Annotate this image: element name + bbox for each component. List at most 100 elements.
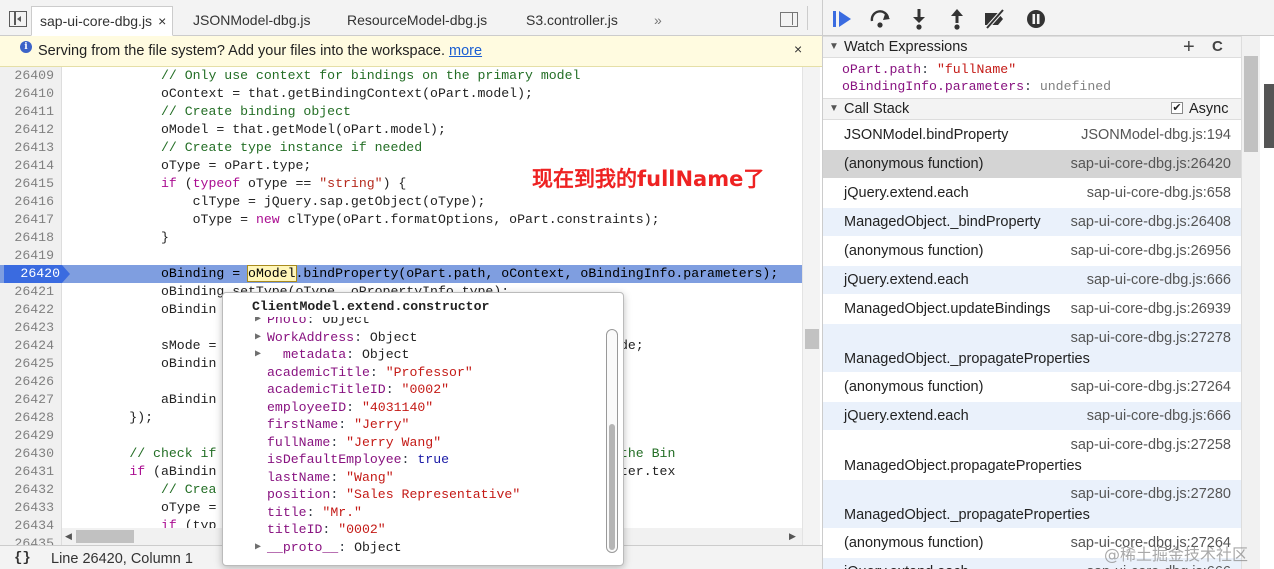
- watch-item[interactable]: oBindingInfo.parameters: undefined: [842, 79, 1111, 94]
- line-number[interactable]: 26412: [0, 121, 56, 139]
- line-number[interactable]: 26421: [0, 283, 56, 301]
- tab-sap-ui-core[interactable]: sap-ui-core-dbg.js ×: [31, 6, 174, 36]
- line-number[interactable]: 26414: [0, 157, 56, 175]
- call-frame[interactable]: ManagedObject._propagateProperties sap-ui…: [823, 480, 1241, 529]
- call-frame[interactable]: ManagedObject.propagateProperties sap-ui-…: [823, 431, 1241, 480]
- pause-on-exceptions-icon[interactable]: [1025, 8, 1047, 30]
- line-number[interactable]: 26427: [0, 391, 56, 409]
- call-frame[interactable]: jQuery.extend.each sap-ui-core-dbg.js:666: [823, 402, 1241, 431]
- frame-location[interactable]: sap-ui-core-dbg.js:666: [1087, 272, 1231, 288]
- code-line[interactable]: 26410 oContext = that.getBindingContext(…: [0, 85, 810, 103]
- resume-icon[interactable]: [831, 8, 853, 30]
- scroll-left-icon[interactable]: ◀: [65, 531, 72, 542]
- line-number[interactable]: 26428: [0, 409, 56, 427]
- line-number[interactable]: 26431: [0, 463, 56, 481]
- line-number[interactable]: 26410: [0, 85, 56, 103]
- expand-triangle-icon[interactable]: ▶: [255, 329, 261, 347]
- line-number[interactable]: 26422: [0, 301, 56, 319]
- close-icon[interactable]: ×: [794, 41, 802, 57]
- line-number[interactable]: 26413: [0, 139, 56, 157]
- code-line[interactable]: 26417 oType = new clType(oPart.formatOpt…: [0, 211, 810, 229]
- async-checkbox[interactable]: ✔: [1171, 102, 1183, 114]
- frame-location[interactable]: JSONModel-dbg.js:194: [1081, 127, 1231, 143]
- line-number[interactable]: 26434: [0, 517, 56, 535]
- scrollbar-thumb[interactable]: [1244, 56, 1258, 152]
- line-number[interactable]: 26418: [0, 229, 56, 247]
- line-number[interactable]: 26425: [0, 355, 56, 373]
- expand-triangle-icon[interactable]: ▶: [255, 539, 261, 557]
- hover-highlight[interactable]: oModel: [247, 265, 297, 282]
- step-over-icon[interactable]: [869, 8, 893, 30]
- deactivate-breakpoints-icon[interactable]: [983, 8, 1007, 30]
- line-number[interactable]: 26432: [0, 481, 56, 499]
- tab-overflow-icon[interactable]: »: [654, 6, 662, 34]
- tab-s3-controller[interactable]: S3.controller.js: [526, 6, 618, 36]
- step-into-icon[interactable]: [909, 8, 929, 30]
- line-number[interactable]: 26429: [0, 427, 56, 445]
- code-line[interactable]: 26418 }: [0, 229, 810, 247]
- expand-triangle-icon[interactable]: ▶: [255, 346, 261, 364]
- frame-location[interactable]: sap-ui-core-dbg.js:26420: [1071, 156, 1231, 172]
- frame-location[interactable]: sap-ui-core-dbg.js:26408: [1071, 214, 1231, 230]
- line-number[interactable]: 26417: [0, 211, 56, 229]
- chevron-down-icon[interactable]: ▼: [829, 41, 839, 52]
- frame-location[interactable]: sap-ui-core-dbg.js:27258: [1071, 437, 1231, 453]
- line-number[interactable]: 26415: [0, 175, 56, 193]
- call-frame[interactable]: (anonymous function) sap-ui-core-dbg.js:2…: [823, 373, 1241, 402]
- close-icon[interactable]: ×: [158, 13, 166, 29]
- scroll-right-icon[interactable]: ▶: [789, 531, 796, 542]
- tab-resourcemodel[interactable]: ResourceModel-dbg.js: [347, 6, 487, 36]
- step-out-icon[interactable]: [947, 8, 967, 30]
- call-frame[interactable]: (anonymous function) sap-ui-core-dbg.js:2…: [823, 150, 1241, 179]
- code-line[interactable]: 26411 // Create binding object: [0, 103, 810, 121]
- frame-location[interactable]: sap-ui-core-dbg.js:27280: [1071, 486, 1231, 502]
- frame-location[interactable]: sap-ui-core-dbg.js:666: [1087, 408, 1231, 424]
- call-frame[interactable]: jQuery.extend.each sap-ui-core-dbg.js:658: [823, 179, 1241, 208]
- more-link[interactable]: more: [449, 43, 482, 59]
- frame-location[interactable]: sap-ui-core-dbg.js:26956: [1071, 243, 1231, 259]
- watch-item[interactable]: oPart.path: "fullName": [842, 62, 1016, 77]
- line-number[interactable]: 26433: [0, 499, 56, 517]
- code-line[interactable]: 26409 // Only use context for bindings o…: [0, 67, 810, 85]
- popover-scrollbar[interactable]: [606, 329, 618, 553]
- line-number[interactable]: 26424: [0, 337, 56, 355]
- line-number[interactable]: 26416: [0, 193, 56, 211]
- code-line[interactable]: 26413 // Create type instance if needed: [0, 139, 810, 157]
- scrollbar-thumb[interactable]: [609, 424, 615, 550]
- call-frame[interactable]: (anonymous function) sap-ui-core-dbg.js:2…: [823, 237, 1241, 266]
- scrollbar-thumb[interactable]: [805, 329, 819, 349]
- watch-expressions-header[interactable]: ▼ Watch Expressions + C: [823, 36, 1241, 58]
- refresh-icon[interactable]: C: [1212, 38, 1223, 55]
- frame-location[interactable]: sap-ui-core-dbg.js:26939: [1071, 301, 1231, 317]
- code-line[interactable]: 26420 oBinding = oModel.bindProperty(oPa…: [0, 265, 810, 283]
- call-frame[interactable]: ManagedObject.updateBindings sap-ui-core-…: [823, 295, 1241, 324]
- call-frame[interactable]: ManagedObject._bindProperty sap-ui-core-d…: [823, 208, 1241, 237]
- chevron-down-icon[interactable]: ▼: [829, 103, 839, 114]
- frame-location[interactable]: sap-ui-core-dbg.js:27264: [1071, 379, 1231, 395]
- line-number[interactable]: 26423: [0, 319, 56, 337]
- object-inspector-popover[interactable]: ClientModel.extend.constructor ▶ Photo: O…: [222, 292, 624, 566]
- code-line[interactable]: 26412 oModel = that.getModel(oPart.model…: [0, 121, 810, 139]
- scrollbar-thumb[interactable]: [76, 530, 134, 543]
- call-frame[interactable]: JSONModel.bindProperty JSONModel-dbg.js:1…: [823, 121, 1241, 150]
- pretty-print-button[interactable]: {}: [14, 550, 31, 566]
- editor-vertical-scrollbar[interactable]: [802, 67, 820, 545]
- line-number[interactable]: 26409: [0, 67, 56, 85]
- tab-jsonmodel[interactable]: JSONModel-dbg.js: [193, 6, 311, 36]
- call-stack-header[interactable]: ▼ Call Stack ✔ Async: [823, 98, 1241, 120]
- line-number[interactable]: 26430: [0, 445, 56, 463]
- code-line[interactable]: 26416 clType = jQuery.sap.getObject(oTyp…: [0, 193, 810, 211]
- debugger-panel-toggle-icon[interactable]: [780, 12, 798, 27]
- frame-location[interactable]: sap-ui-core-dbg.js:27278: [1071, 330, 1231, 346]
- breakpoint-marker[interactable]: 26420: [4, 265, 70, 283]
- call-frame[interactable]: jQuery.extend.each sap-ui-core-dbg.js:666: [823, 266, 1241, 295]
- add-watch-button[interactable]: +: [1183, 36, 1195, 59]
- expand-triangle-icon[interactable]: ▶: [255, 317, 261, 329]
- line-number[interactable]: 26411: [0, 103, 56, 121]
- line-number[interactable]: 26419: [0, 247, 56, 265]
- call-frame[interactable]: ManagedObject._propagateProperties sap-ui…: [823, 324, 1241, 373]
- code-line[interactable]: 26419: [0, 247, 810, 265]
- navigator-toggle-icon[interactable]: [9, 11, 27, 27]
- sidebar-scrollbar[interactable]: [1241, 36, 1274, 569]
- line-number[interactable]: 26426: [0, 373, 56, 391]
